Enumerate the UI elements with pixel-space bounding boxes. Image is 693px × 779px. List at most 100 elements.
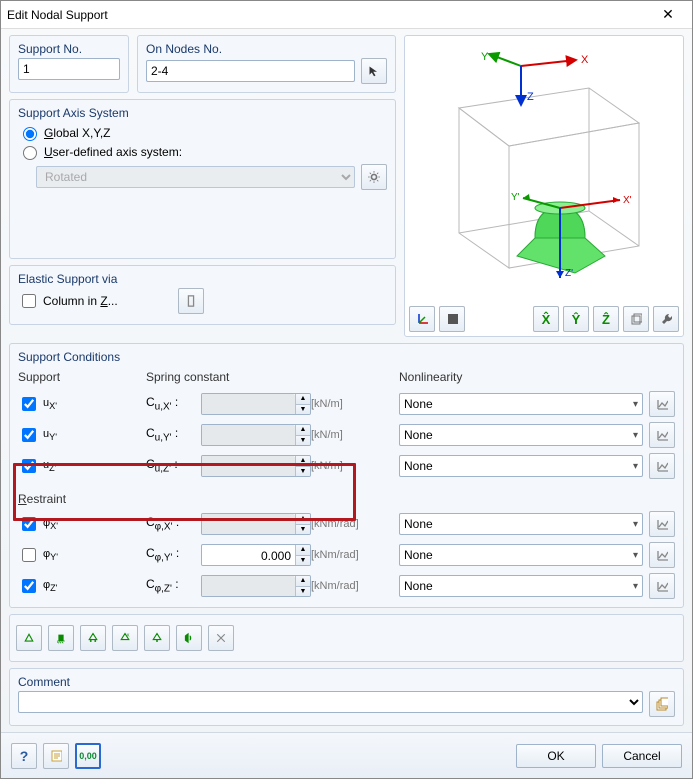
unit-label: [kN/m]	[311, 429, 381, 441]
step-up-icon[interactable]: ▲	[296, 514, 310, 524]
nonlinearity-select[interactable]: None▾	[399, 424, 643, 446]
nonlinearity-select[interactable]: None▾	[399, 575, 643, 597]
preset-row: X	[9, 614, 684, 662]
nonlinearity-select[interactable]: None▾	[399, 544, 643, 566]
spring-value-input[interactable]: ▲▼	[201, 393, 311, 415]
column-in-z-check[interactable]: Column in Z...	[18, 291, 168, 311]
step-up-icon[interactable]: ▲	[296, 425, 310, 435]
dialog-footer: ? 0,00 OK Cancel	[1, 732, 692, 778]
axis-user-mode-settings-button[interactable]	[361, 164, 387, 190]
help-button[interactable]: ?	[11, 743, 37, 769]
step-down-icon[interactable]: ▼	[296, 466, 310, 477]
unit-label: [kNm/rad]	[311, 580, 381, 592]
spring-value-input[interactable]: ▲▼	[201, 424, 311, 446]
preview-toolbar: X̂ Ŷ Ẑ	[409, 302, 679, 332]
axis-user-mode-select[interactable]: Rotated	[36, 166, 355, 188]
align-y-button[interactable]: Ŷ	[563, 306, 589, 332]
close-button[interactable]: ✕	[650, 4, 686, 26]
ok-button[interactable]: OK	[516, 744, 596, 768]
units-button[interactable]: 0,00	[75, 743, 101, 769]
preset-fixed-icon	[55, 630, 67, 646]
nonlinearity-settings-button[interactable]	[649, 511, 675, 537]
spring-label: Cu,Z' :	[146, 457, 201, 474]
comment-title: Comment	[18, 675, 675, 691]
spring-value-input[interactable]: ▲▼	[201, 544, 311, 566]
support-conditions-title: Support Conditions	[18, 350, 675, 366]
on-nodes-group: On Nodes No.	[137, 35, 396, 93]
support-y-check[interactable]: φY'	[18, 545, 146, 565]
on-nodes-input[interactable]	[146, 60, 355, 82]
nonlinearity-settings-button[interactable]	[649, 542, 675, 568]
step-up-icon[interactable]: ▲	[296, 394, 310, 404]
preset-roller-xy-icon: X	[119, 630, 131, 646]
view-reset-button[interactable]	[653, 306, 679, 332]
support-x-check[interactable]: φX'	[18, 514, 146, 534]
diagram-icon	[656, 580, 668, 593]
spring-value-input[interactable]: ▲▼	[201, 455, 311, 477]
unit-label: [kNm/rad]	[311, 549, 381, 561]
conditions-table: Support Spring constant Nonlinearity uX'…	[18, 370, 675, 599]
elastic-support-title: Elastic Support via	[18, 272, 387, 288]
preset-free-button[interactable]	[208, 625, 234, 651]
view-mode-button[interactable]	[439, 306, 465, 332]
axis-system-title: Support Axis System	[18, 106, 387, 122]
column-icon	[185, 294, 197, 308]
nonlinearity-select[interactable]: None▾	[399, 513, 643, 535]
step-down-icon[interactable]: ▼	[296, 555, 310, 566]
unit-label: [kN/m]	[311, 398, 381, 410]
global-axes-icon: X Y Z	[481, 50, 591, 110]
x-axis-icon: X̂	[542, 312, 551, 327]
nonlinearity-settings-button[interactable]	[649, 453, 675, 479]
preset-sound-button[interactable]	[176, 625, 202, 651]
pick-nodes-button[interactable]	[361, 58, 387, 84]
view-cube-button[interactable]	[623, 306, 649, 332]
preview-pane: X Y Z	[404, 35, 684, 337]
preset-roller-xy-button[interactable]: X	[112, 625, 138, 651]
step-up-icon[interactable]: ▲	[296, 456, 310, 466]
spring-value-input[interactable]: ▲▼	[201, 575, 311, 597]
spring-value-input[interactable]: ▲▼	[201, 513, 311, 535]
column-settings-button[interactable]	[178, 288, 204, 314]
nonlinearity-settings-button[interactable]	[649, 573, 675, 599]
step-down-icon[interactable]: ▼	[296, 586, 310, 597]
align-z-button[interactable]: Ẑ	[593, 306, 619, 332]
diagram-icon	[656, 429, 668, 442]
support-z-check[interactable]: φZ'	[18, 576, 146, 596]
stack-icon	[656, 697, 668, 711]
face-icon	[446, 312, 458, 326]
z-axis-icon: Ẑ	[602, 312, 610, 327]
preset-roller-x-button[interactable]	[80, 625, 106, 651]
step-down-icon[interactable]: ▼	[296, 404, 310, 415]
preset-roller-z-button[interactable]	[144, 625, 170, 651]
restraint-header: Restraint	[18, 484, 381, 506]
step-up-icon[interactable]: ▲	[296, 576, 310, 586]
preset-free-icon	[215, 630, 227, 646]
nonlinearity-select[interactable]: None▾	[399, 455, 643, 477]
notes-button[interactable]	[43, 743, 69, 769]
axis-user-radio[interactable]: User-defined axis system:	[18, 143, 387, 160]
preset-hinged-button[interactable]	[16, 625, 42, 651]
step-down-icon[interactable]: ▼	[296, 524, 310, 535]
comment-input[interactable]	[18, 691, 643, 713]
comment-library-button[interactable]	[649, 691, 675, 717]
preview-3d-view[interactable]: X Y Z	[409, 40, 679, 302]
support-uy-check[interactable]: uY'	[18, 425, 146, 445]
axis-global-radio[interactable]: Global X,Y,Z	[18, 124, 387, 141]
step-down-icon[interactable]: ▼	[296, 435, 310, 446]
preset-fixed-button[interactable]	[48, 625, 74, 651]
support-uz-check[interactable]: uZ'	[18, 456, 146, 476]
units-icon: 0,00	[79, 751, 97, 761]
on-nodes-label: On Nodes No.	[146, 42, 387, 58]
preset-sound-icon	[183, 630, 195, 646]
support-ux-check[interactable]: uX'	[18, 394, 146, 414]
gear-icon	[368, 170, 380, 184]
nonlinearity-settings-button[interactable]	[649, 391, 675, 417]
nonlinearity-settings-button[interactable]	[649, 422, 675, 448]
cancel-button[interactable]: Cancel	[602, 744, 682, 768]
align-x-button[interactable]: X̂	[533, 306, 559, 332]
nonlin-header: Nonlinearity	[399, 370, 649, 386]
support-no-input[interactable]	[18, 58, 120, 80]
nonlinearity-select[interactable]: None▾	[399, 393, 643, 415]
step-up-icon[interactable]: ▲	[296, 545, 310, 555]
view-local-axes-button[interactable]	[409, 306, 435, 332]
